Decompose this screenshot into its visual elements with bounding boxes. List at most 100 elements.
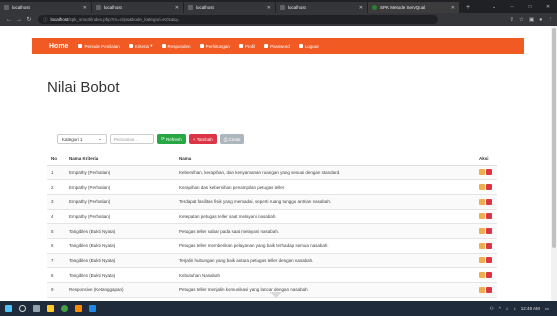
delete-icon[interactable] <box>486 213 492 220</box>
table-row: 5 Tangibles (Bukti Nyata) Petugas teller s… <box>47 223 497 239</box>
cetak-label: Cetak <box>228 136 241 142</box>
nav-profil[interactable]: Profil <box>238 44 255 49</box>
nav-label: Password <box>270 43 290 49</box>
windows-start-icon[interactable] <box>5 305 12 312</box>
col-nama: Nama <box>175 153 475 166</box>
nav-password[interactable]: Password <box>264 44 290 49</box>
top-navbar: Home Periode Penilaian Kriteria ▾ Respon… <box>32 38 524 54</box>
close-icon[interactable]: ✕ <box>83 5 87 11</box>
table-row: 3 Empathy (Perhatian) Terdapat fasilitas f… <box>47 193 497 210</box>
scrollbar-thumb[interactable] <box>552 28 556 248</box>
tab-title: localhost <box>104 5 122 10</box>
volume-icon[interactable]: ♪ <box>513 306 515 311</box>
task-view-icon[interactable] <box>33 305 40 312</box>
share-icon[interactable]: ⇪ <box>509 17 514 23</box>
edit-icon[interactable] <box>479 213 485 220</box>
forward-icon[interactable]: → <box>14 17 24 23</box>
close-window-icon[interactable]: ✕ <box>539 4 557 10</box>
chevron-down-icon[interactable]: ⌄ <box>485 4 503 10</box>
vertical-scrollbar[interactable] <box>551 26 557 301</box>
scroll-down-indicator-icon[interactable] <box>270 292 282 298</box>
minimize-icon[interactable]: – <box>503 4 521 10</box>
file-explorer-icon[interactable] <box>47 305 54 312</box>
delete-icon[interactable] <box>486 257 492 264</box>
chevron-up-icon[interactable]: ^ <box>499 306 501 311</box>
url-path: /spk_smu3/index.php?m=crips&kode_kategor… <box>68 17 180 22</box>
cell-kriteria: Tangibles (Bukti Nyata) <box>65 223 175 239</box>
cell-nama: Kebutuhan Nasabah <box>175 267 475 283</box>
browser-tab[interactable]: localhost ✕ <box>276 2 368 13</box>
edit-icon[interactable] <box>479 169 485 176</box>
delete-icon[interactable] <box>486 242 492 249</box>
nav-perhitungan[interactable]: Perhitungan <box>199 44 230 49</box>
kategori-select[interactable]: Kategori 1 ⌄ <box>57 134 107 144</box>
close-icon[interactable]: ✕ <box>451 5 455 11</box>
network-icon[interactable]: ⌂ <box>506 306 509 311</box>
nav-home-link[interactable]: Home <box>49 43 68 50</box>
search-input[interactable]: Pencarian... <box>110 134 154 144</box>
close-icon[interactable]: ✕ <box>359 5 363 11</box>
browser-tab[interactable]: localhost ✕ <box>184 2 276 13</box>
profile-icon[interactable]: ● <box>539 17 542 23</box>
menu-icon[interactable]: ⋮ <box>548 17 554 23</box>
nav-periode-penilaian[interactable]: Periode Penilaian <box>78 44 120 49</box>
maximize-icon[interactable]: □ <box>521 4 539 10</box>
select-value: Kategori 1 <box>62 136 83 142</box>
nav-responden[interactable]: Responden <box>161 44 191 49</box>
table-row: 7 Tangibles (Bukti Nyata) Terjalin hubunga… <box>47 252 497 268</box>
close-icon[interactable]: ✕ <box>267 5 271 11</box>
close-icon[interactable]: ✕ <box>175 5 179 11</box>
delete-icon[interactable] <box>486 286 492 293</box>
info-icon[interactable]: ⓘ <box>43 17 48 23</box>
page-icon <box>280 5 285 10</box>
clock[interactable]: 12:49 AM <box>521 306 540 311</box>
edit-icon[interactable] <box>479 228 485 235</box>
edit-icon[interactable] <box>479 184 485 191</box>
chrome-icon[interactable] <box>61 305 68 312</box>
delete-icon[interactable] <box>486 169 492 176</box>
edit-icon[interactable] <box>479 286 485 293</box>
cell-aksi <box>475 223 497 239</box>
reload-icon[interactable]: ↻ <box>24 16 34 23</box>
delete-icon[interactable] <box>486 184 492 191</box>
edit-icon[interactable] <box>479 257 485 264</box>
star-icon[interactable]: ☆ <box>519 17 524 23</box>
delete-icon[interactable] <box>486 198 492 205</box>
url-field[interactable]: ⓘ localhost /spk_smu3/index.php?m=crips&… <box>38 15 438 24</box>
cell-kriteria: Empathy (Perhatian) <box>65 164 175 180</box>
edit-icon[interactable] <box>479 272 485 279</box>
cetak-button[interactable]: ⎙ Cetak <box>219 134 245 144</box>
cell-kriteria: Empathy (Perhatian) <box>65 208 175 224</box>
filter-toolbar: Kategori 1 ⌄ Pencarian... ⟳ Refresh + Tam… <box>57 134 245 144</box>
back-icon[interactable]: ← <box>4 17 14 23</box>
sidebar-icon[interactable]: ▣ <box>529 17 534 23</box>
user-icon[interactable]: ⚇ <box>490 306 494 312</box>
tambah-button[interactable]: + Tambah <box>188 134 217 144</box>
tab-title: localhost <box>288 5 306 10</box>
cell-no: 2 <box>47 179 65 195</box>
word-icon[interactable] <box>89 305 96 312</box>
xampp-icon[interactable] <box>75 305 82 312</box>
table-row: 2 Empathy (Perhatian) Kerapihan dan kebers… <box>47 179 497 195</box>
cell-nama: Petugas teller memberikan pelayanan yang… <box>175 237 475 254</box>
new-tab-button[interactable]: + <box>460 2 476 13</box>
browser-tab[interactable]: localhost ✕ <box>0 2 92 13</box>
nav-logout[interactable]: Logout <box>298 44 319 49</box>
edit-icon[interactable] <box>479 198 485 205</box>
search-icon[interactable] <box>19 305 26 312</box>
notification-icon[interactable]: ▭ <box>545 306 549 312</box>
tab-title: localhost <box>196 5 214 10</box>
nav-kriteria-dropdown[interactable]: Kriteria ▾ <box>128 43 153 49</box>
page-title: Nilai Bobot <box>47 79 120 96</box>
refresh-button[interactable]: ⟳ Refresh <box>157 134 186 144</box>
cell-nama: Petugas teller menjalin komunikasi yang … <box>175 282 475 298</box>
web-page: Home Periode Penilaian Kriteria ▾ Respon… <box>0 26 557 312</box>
cell-nama: Terjalin hubungan yang baik antara petug… <box>175 252 475 268</box>
delete-icon[interactable] <box>486 228 492 235</box>
edit-icon[interactable] <box>479 242 485 249</box>
browser-tab-active[interactable]: SPK Metode ServQual ✕ <box>368 2 460 13</box>
cell-aksi <box>475 164 497 180</box>
delete-icon[interactable] <box>486 272 492 279</box>
table-row: 1 Empathy (Perhatian) Kebersihan, kerapiha… <box>47 164 497 180</box>
browser-tab[interactable]: localhost ✕ <box>92 2 184 13</box>
